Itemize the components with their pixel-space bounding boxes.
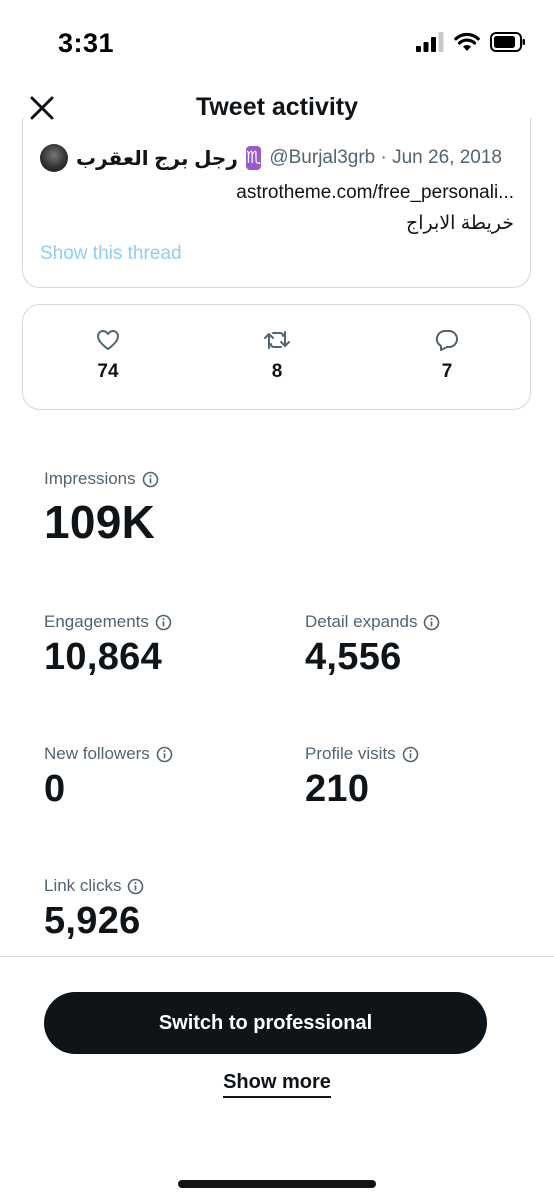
metric-value: 5,926 [44, 900, 141, 942]
info-icon[interactable] [402, 746, 419, 763]
info-icon[interactable] [156, 746, 173, 763]
metric-label: Impressions [44, 469, 136, 488]
metric-profile-visits: Profile visits 210 [305, 744, 419, 811]
info-icon[interactable] [155, 614, 172, 631]
metric-label: New followers [44, 744, 150, 763]
metric-label: Engagements [44, 612, 149, 631]
metric-label: Profile visits [305, 744, 396, 763]
info-icon[interactable] [142, 471, 159, 488]
metric-impressions: Impressions 109K [44, 469, 159, 549]
info-icon[interactable] [127, 878, 144, 895]
metric-link-clicks: Link clicks 5,926 [44, 876, 144, 943]
status-time: 3:31 [58, 28, 115, 58]
tweet-header: رجل برج العقرب ♏ @Burjal3grb · Jun 26, 2… [40, 144, 502, 172]
retweets-count: 8 [271, 361, 283, 382]
metric-label: Link clicks [44, 876, 122, 895]
likes-stat[interactable]: 74 [78, 329, 138, 383]
metric-value: 4,556 [305, 636, 402, 678]
tweet-card[interactable]: رجل برج العقرب ♏ @Burjal3grb · Jun 26, 2… [22, 118, 531, 288]
likes-count: 74 [97, 361, 119, 382]
reply-icon [435, 329, 458, 351]
engagement-card: 74 8 7 [22, 304, 531, 410]
metric-label: Detail expands [305, 612, 418, 631]
divider [0, 956, 554, 957]
info-icon[interactable] [423, 614, 440, 631]
show-more-button[interactable]: Show more [223, 1071, 331, 1098]
metric-value: 10,864 [44, 636, 163, 678]
show-thread-link[interactable]: Show this thread [40, 243, 182, 265]
metric-detail-expands: Detail expands 4,556 [305, 612, 440, 679]
heart-icon [97, 330, 119, 350]
cellular-signal-icon [416, 32, 444, 52]
metric-value: 210 [305, 768, 370, 810]
avatar[interactable] [40, 144, 68, 172]
retweets-stat[interactable]: 8 [247, 329, 307, 383]
handle-date: @Burjal3grb · Jun 26, 2018 [269, 147, 502, 168]
home-indicator[interactable] [178, 1180, 376, 1188]
metric-engagements: Engagements 10,864 [44, 612, 172, 679]
tweet-activity-screen: 3:31 Tweet activity رجل برج العقرب ♏ @Bu… [0, 0, 554, 1200]
status-icons [416, 32, 526, 52]
replies-count: 7 [441, 361, 453, 382]
switch-to-professional-button[interactable]: Switch to professional [44, 992, 487, 1054]
metric-value: 0 [44, 768, 66, 810]
replies-stat[interactable]: 7 [417, 329, 477, 383]
battery-icon [490, 32, 525, 52]
author-name[interactable]: رجل برج العقرب [76, 146, 238, 171]
scorpio-icon: ♏ [245, 146, 262, 170]
show-more-container: Show more [0, 1071, 554, 1098]
wifi-icon [454, 32, 480, 51]
tweet-text: خريطة الابراج [406, 213, 514, 234]
tweet-link[interactable]: astrotheme.com/free_personali... [236, 182, 514, 204]
retweet-icon [264, 331, 290, 349]
metric-new-followers: New followers 0 [44, 744, 173, 811]
metric-value: 109K [44, 496, 156, 548]
